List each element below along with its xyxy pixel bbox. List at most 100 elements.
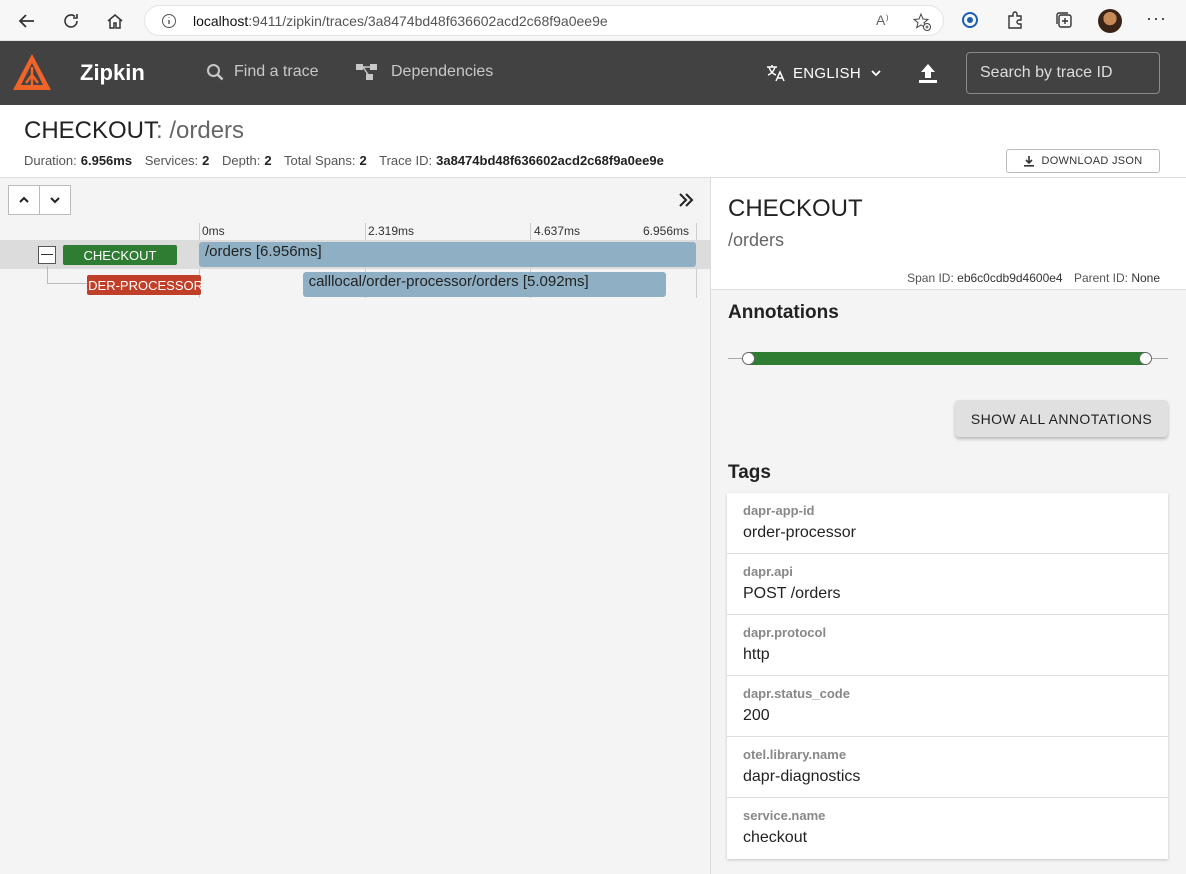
annotation-bar — [748, 352, 1146, 365]
find-trace-link[interactable]: Find a trace — [206, 63, 318, 81]
span-detail-header: CHECKOUT /orders Span ID: eb6c0cdb9d4600… — [711, 178, 1186, 290]
download-json-button[interactable]: DOWNLOAD JSON — [1006, 149, 1160, 173]
tag-item: dapr.status_code 200 — [727, 676, 1168, 737]
tag-item: dapr-app-id order-processor — [727, 493, 1168, 554]
tag-key: otel.library.name — [743, 747, 847, 762]
span-id-label: Span ID: — [907, 271, 954, 285]
extension-badge-icon — [962, 12, 978, 28]
info-icon[interactable] — [161, 13, 177, 29]
span-bar[interactable]: /orders [6.956ms] — [199, 242, 696, 267]
read-aloud-icon[interactable]: A⁾ — [876, 12, 889, 29]
collections-add-icon — [1056, 12, 1072, 28]
tags-list: dapr-app-id order-processor dapr.api POST … — [727, 493, 1168, 859]
tree-connector — [47, 283, 87, 284]
trace-title: CHECKOUT: /orders — [24, 117, 244, 145]
home-icon — [107, 14, 123, 29]
tag-value: checkout — [743, 829, 808, 846]
chevron-up-icon — [19, 196, 29, 203]
span-bar[interactable]: calllocal/order-processor/orders [5.092m… — [302, 272, 667, 297]
parent-id-value: None — [1131, 271, 1160, 285]
tags-heading: Tags — [728, 462, 771, 483]
span-detail-panel: CHECKOUT /orders Span ID: eb6c0cdb9d4600… — [711, 178, 1186, 874]
extension-icon[interactable] — [958, 8, 982, 32]
span-id-value: eb6c0cdb9d4600e4 — [957, 271, 1063, 285]
annotations-heading: Annotations — [728, 302, 839, 323]
puzzle-icon[interactable] — [1003, 8, 1027, 32]
search-icon — [207, 64, 224, 81]
chevron-down-icon — [50, 197, 60, 204]
dependencies-link[interactable]: Dependencies — [355, 63, 493, 81]
show-all-annotations-button[interactable]: SHOW ALL ANNOTATIONS — [955, 400, 1168, 437]
zipkin-logo-icon — [13, 54, 51, 90]
url-text: localhost:9411/zipkin/traces/3a8474bd48f… — [193, 13, 608, 29]
browser-menu-icon[interactable]: ··· — [1146, 8, 1167, 29]
collections-icon[interactable] — [1052, 8, 1076, 32]
home-button[interactable] — [102, 8, 128, 34]
tag-value: order-processor — [743, 524, 856, 541]
services-value: 2 — [202, 153, 210, 168]
annotation-marker[interactable] — [1139, 352, 1152, 365]
tag-key: dapr.protocol — [743, 625, 827, 640]
tag-key: dapr.api — [743, 564, 793, 579]
tag-key: dapr.status_code — [743, 686, 850, 701]
annotation-marker[interactable] — [742, 352, 755, 365]
tag-key: dapr-app-id — [743, 503, 815, 518]
download-json-label: DOWNLOAD JSON — [1041, 155, 1143, 167]
back-arrow-icon — [18, 14, 34, 28]
language-select[interactable]: ENGLISH — [765, 63, 883, 83]
span-service-badge[interactable]: ORDER-PROCESSOR — [87, 275, 201, 295]
depth-value: 2 — [264, 153, 272, 168]
tick-label: 6.956ms — [643, 224, 690, 238]
span-ids: Span ID: eb6c0cdb9d4600e4 Parent ID: Non… — [907, 271, 1160, 285]
dependencies-label: Dependencies — [391, 63, 494, 80]
url-path: :9411/zipkin/traces/3a8474bd48f636602acd… — [248, 13, 608, 29]
tick-label: 2.319ms — [368, 224, 415, 238]
find-trace-label: Find a trace — [234, 63, 319, 80]
trace-summary: CHECKOUT: /orders Duration: 6.956ms Servi… — [0, 105, 1186, 178]
brand-name: Zipkin — [80, 60, 145, 85]
collapse-span-toggle[interactable] — [38, 246, 56, 264]
trace-span-name: : /orders — [156, 117, 245, 144]
double-chevron-right-icon[interactable] — [676, 190, 696, 210]
browser-toolbar: localhost:9411/zipkin/traces/3a8474bd48f… — [0, 0, 1186, 41]
collapse-up-button[interactable] — [8, 185, 40, 215]
detail-service-name: CHECKOUT — [728, 195, 863, 222]
tag-item: dapr.protocol http — [727, 615, 1168, 676]
tag-item: otel.library.name dapr-diagnostics — [727, 737, 1168, 798]
upload-icon[interactable] — [916, 61, 940, 85]
refresh-button[interactable] — [58, 8, 84, 34]
tag-value: http — [743, 646, 770, 663]
tag-value: dapr-diagnostics — [743, 768, 861, 785]
services-label: Services: — [144, 153, 199, 168]
duration-value: 6.956ms — [80, 153, 133, 168]
tag-item: service.name checkout — [727, 798, 1168, 859]
url-host: localhost — [193, 13, 249, 29]
expand-down-button[interactable] — [39, 185, 71, 215]
trace-id-search-input[interactable]: Search by trace ID — [966, 52, 1160, 94]
address-bar[interactable]: localhost:9411/zipkin/traces/3a8474bd48f… — [144, 5, 944, 36]
app-header: Zipkin Find a trace Dependencies ENGLISH… — [0, 41, 1186, 105]
tick-label: 4.637ms — [534, 224, 581, 238]
trace-metadata: Duration: 6.956ms Services: 2 Depth: 2 Tota… — [24, 153, 673, 168]
refresh-icon — [64, 14, 78, 28]
profile-avatar[interactable] — [1098, 9, 1122, 33]
tag-item: dapr.api POST /orders — [727, 554, 1168, 615]
depth-label: Depth: — [222, 153, 261, 168]
total-spans-label: Total Spans: — [283, 153, 356, 168]
trace-service-name: CHECKOUT — [24, 117, 157, 144]
dependencies-icon — [356, 64, 377, 80]
span-service-badge[interactable]: CHECKOUT — [63, 245, 177, 265]
trace-timeline: 0ms 2.319ms 4.637ms 6.956ms CHECKOUT ORD… — [0, 178, 711, 874]
back-button[interactable] — [14, 8, 40, 34]
tag-key: service.name — [743, 808, 826, 823]
language-label: ENGLISH — [793, 64, 861, 82]
tree-connector — [47, 266, 48, 284]
favorite-star-icon[interactable] — [912, 12, 932, 32]
duration-label: Duration: — [24, 153, 77, 168]
tick-label: 0ms — [202, 224, 225, 238]
total-spans-value: 2 — [359, 153, 367, 168]
detail-span-name: /orders — [728, 230, 785, 250]
trace-id-label: Trace ID: — [379, 153, 433, 168]
chevron-down-icon — [871, 70, 881, 77]
extensions-puzzle-icon — [1008, 11, 1022, 29]
